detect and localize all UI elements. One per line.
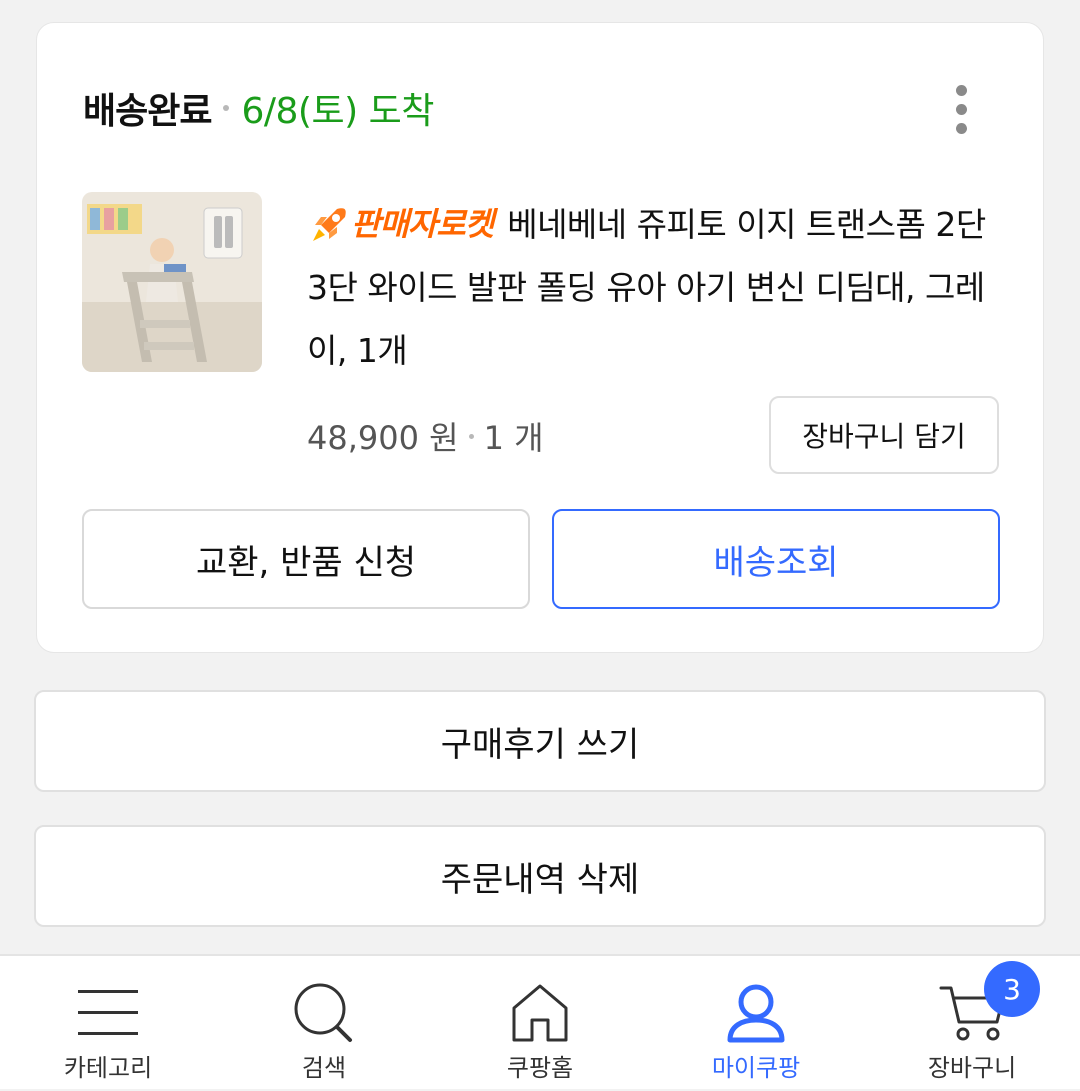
product-price: 48,900 원 <box>307 419 459 457</box>
cart-count-badge: 3 <box>984 961 1040 1017</box>
search-icon <box>294 983 352 1042</box>
product-title-block[interactable]: 판매자로켓 베네베네 쥬피토 이지 트랜스폼 2단 3단 와이드 발판 폴딩 유… <box>307 193 1007 382</box>
nav-label: 마이쿠팡 <box>711 1054 801 1082</box>
add-to-cart-button[interactable]: 장바구니 담기 <box>769 396 999 474</box>
delivery-status: 배송완료 <box>83 91 212 132</box>
rocket-badge-text: 판매자로켓 <box>351 205 494 243</box>
nav-category[interactable]: 카테고리 <box>0 956 216 1091</box>
delete-order-button[interactable]: 주문내역 삭제 <box>34 825 1046 927</box>
separator-dot <box>223 105 230 111</box>
nav-cart[interactable]: 장바구니 <box>864 956 1080 1091</box>
order-card: 배송완료 6/8(토) 도착 판매자로켓 베네베네 쥬피토 이지 트랜스폼 2단… <box>36 22 1044 653</box>
home-icon <box>512 984 568 1042</box>
nav-label: 카테고리 <box>63 1054 153 1082</box>
nav-label: 검색 <box>301 1054 347 1082</box>
seller-rocket-badge: 판매자로켓 <box>307 193 494 256</box>
rocket-icon <box>313 207 346 241</box>
nav-search[interactable]: 검색 <box>216 956 432 1091</box>
write-review-button[interactable]: 구매후기 쓰기 <box>34 690 1046 792</box>
delivery-status-row: 배송완료 6/8(토) 도착 <box>83 83 434 133</box>
nav-my-coupang[interactable]: 마이쿠팡 <box>648 956 864 1091</box>
product-thumbnail[interactable] <box>82 192 262 372</box>
exchange-return-button[interactable]: 교환, 반품 신청 <box>82 509 530 609</box>
price-row: 48,900 원 1 개 <box>307 413 544 459</box>
more-options-icon[interactable] <box>947 85 977 155</box>
nav-label: 장바구니 <box>927 1054 1017 1082</box>
user-icon <box>727 984 785 1043</box>
nav-label: 쿠팡홈 <box>506 1054 574 1082</box>
nav-home[interactable]: 쿠팡홈 <box>432 956 648 1091</box>
separator-dot <box>468 433 474 439</box>
track-delivery-button[interactable]: 배송조회 <box>552 509 1000 609</box>
menu-icon <box>78 990 138 1035</box>
arrival-date: 6/8(토) 도착 <box>241 91 434 132</box>
product-quantity: 1 개 <box>483 419 544 457</box>
bottom-navigation: 카테고리 검색 쿠팡홈 마이쿠팡 장바구니 <box>0 954 1080 1089</box>
